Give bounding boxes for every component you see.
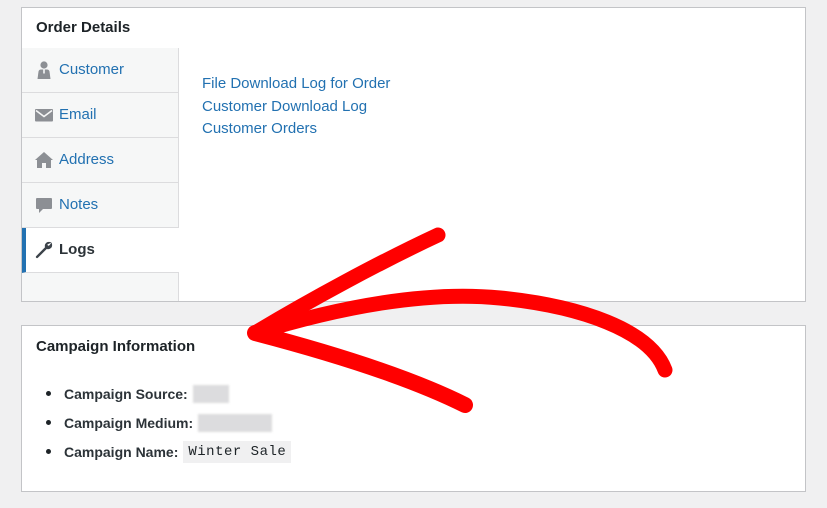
person-icon (34, 60, 54, 80)
list-item: Campaign Source: (46, 379, 291, 408)
speech-bubble-icon (34, 195, 54, 215)
campaign-information-title: Campaign Information (36, 338, 196, 355)
campaign-medium-value-redacted (198, 413, 273, 432)
tab-address-label: Address (59, 151, 115, 168)
home-icon (34, 150, 54, 170)
campaign-list: Campaign Source: Campaign Medium: Campai… (46, 379, 292, 466)
tab-logs[interactable]: Logs (22, 228, 179, 273)
envelope-icon (34, 105, 54, 125)
list-item: Campaign Medium: (46, 408, 291, 437)
wrench-icon (34, 240, 54, 260)
campaign-name-value: Winter Sale (183, 440, 292, 463)
customer-download-log-link[interactable]: Customer Download Log (202, 96, 390, 119)
tab-email[interactable]: Email (22, 93, 178, 138)
tab-customer[interactable]: Customer (22, 48, 178, 93)
tab-customer-label: Customer (59, 61, 125, 78)
campaign-information-panel: Campaign Information Campaign Source: Ca… (21, 325, 806, 492)
tab-notes-label: Notes (59, 196, 99, 213)
campaign-name-label: Campaign Name: (64, 443, 179, 460)
campaign-source-label: Campaign Source: (64, 385, 188, 402)
order-details-tabs: Customer Email Address Notes Logs (22, 48, 179, 301)
file-download-log-link[interactable]: File Download Log for Order (202, 73, 390, 96)
logs-links: File Download Log for Order Customer Dow… (202, 73, 390, 141)
order-details-title: Order Details (36, 19, 131, 36)
tab-email-label: Email (59, 106, 97, 123)
list-item: Campaign Name: Winter Sale (46, 437, 292, 466)
tab-address[interactable]: Address (22, 138, 178, 183)
customer-orders-link[interactable]: Customer Orders (202, 118, 390, 141)
order-details-panel: Order Details Customer Email Address Not… (21, 7, 806, 302)
campaign-source-value-redacted (192, 384, 229, 403)
tab-logs-label: Logs (59, 241, 95, 258)
campaign-medium-label: Campaign Medium: (64, 414, 194, 431)
tab-notes[interactable]: Notes (22, 183, 178, 228)
